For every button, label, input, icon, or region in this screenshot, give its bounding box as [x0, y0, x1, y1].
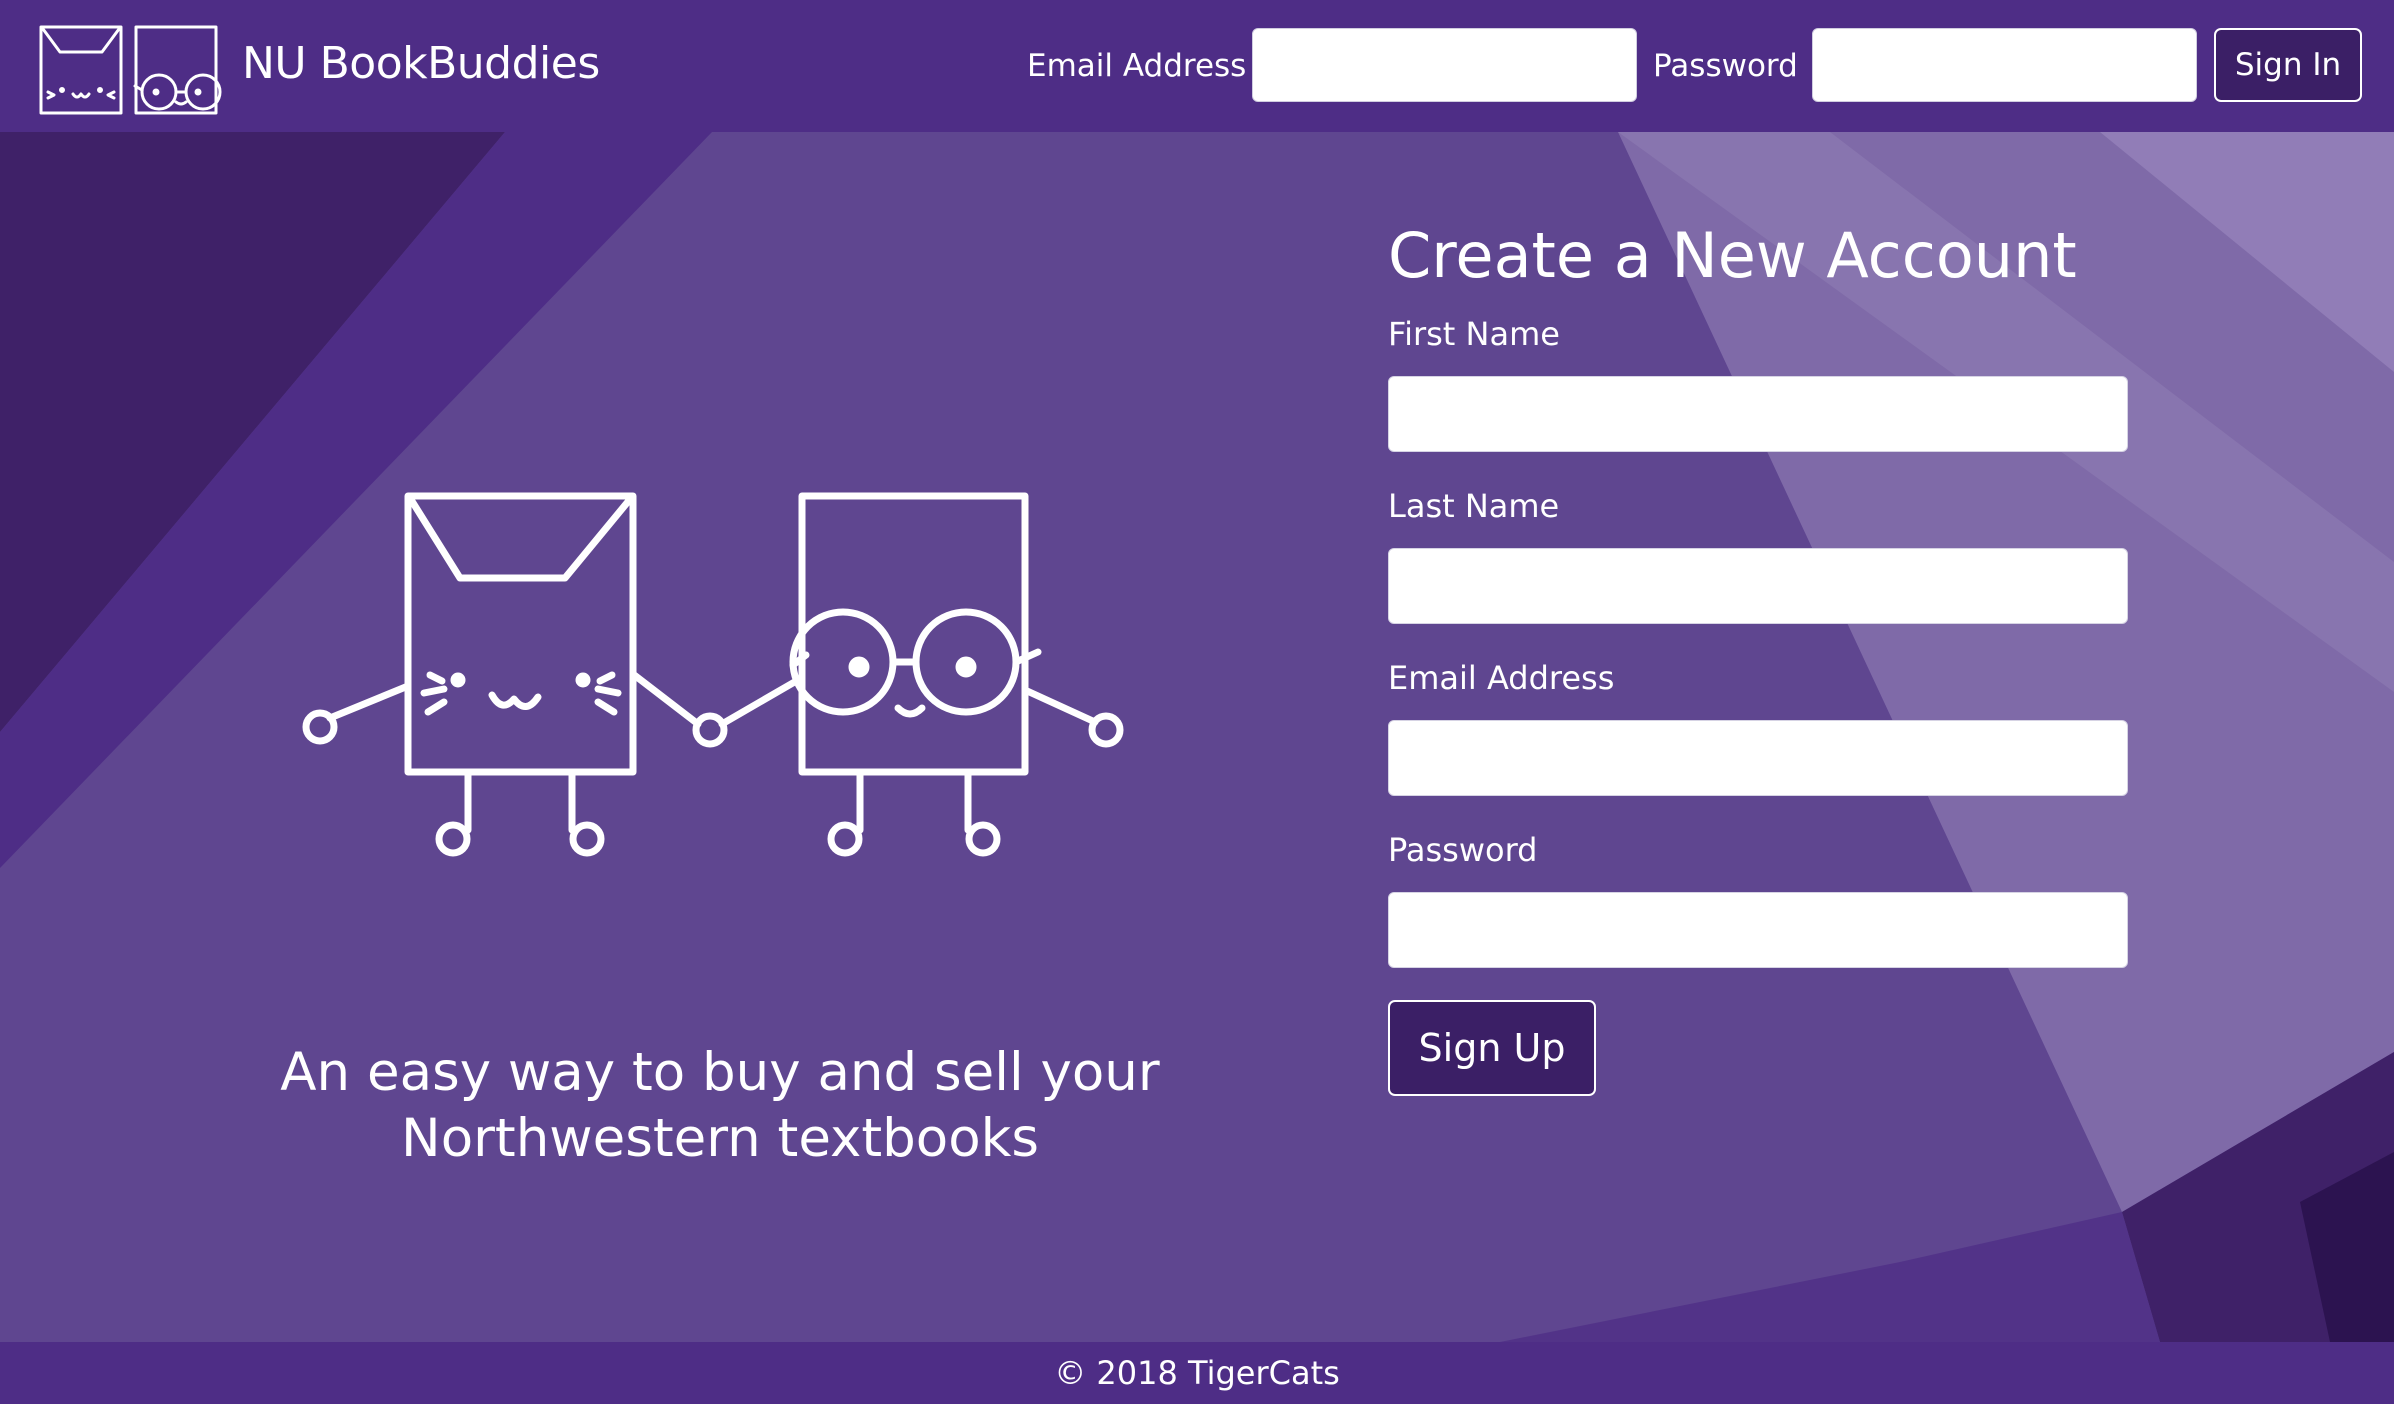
first-name-input[interactable] [1388, 376, 2128, 452]
first-name-label: First Name [1388, 315, 1560, 353]
bookbuddies-logo-icon[interactable] [38, 24, 232, 118]
signup-password-label: Password [1388, 831, 1538, 869]
tagline-line-2: Northwestern textbooks [401, 1107, 1039, 1169]
sign-up-button[interactable]: Sign Up [1388, 1000, 1596, 1096]
header-password-label: Password [1653, 48, 1798, 84]
header-email-input[interactable] [1252, 28, 1637, 102]
footer: © 2018 TigerCats [0, 1342, 2394, 1404]
signup-title: Create a New Account [1388, 219, 2077, 292]
signup-email-label: Email Address [1388, 659, 1615, 697]
last-name-input[interactable] [1388, 548, 2128, 624]
navbar: NU BookBuddies Email Address Password Si… [0, 0, 2394, 132]
header-email-label: Email Address [1027, 48, 1247, 84]
tagline: An easy way to buy and sell your Northwe… [210, 1040, 1230, 1172]
copyright-text: © 2018 TigerCats [1054, 1354, 1340, 1392]
last-name-label: Last Name [1388, 487, 1560, 525]
signup-password-input[interactable] [1388, 892, 2128, 968]
header-password-input[interactable] [1812, 28, 2197, 102]
tagline-line-1: An easy way to buy and sell your [280, 1041, 1160, 1103]
signup-email-input[interactable] [1388, 720, 2128, 796]
brand-name[interactable]: NU BookBuddies [242, 34, 600, 94]
sign-in-button[interactable]: Sign In [2214, 28, 2362, 102]
mascots-illustration-icon [302, 492, 1124, 857]
